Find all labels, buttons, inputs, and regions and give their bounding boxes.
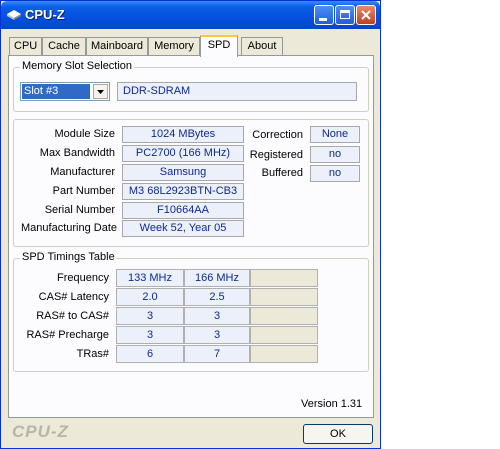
buffered-value: no: [310, 165, 360, 182]
ras-to-cas-col1: 3: [116, 307, 184, 325]
close-icon: [361, 10, 371, 20]
ras-precharge-col1: 3: [116, 326, 184, 344]
cas-latency-col3: [250, 288, 318, 306]
tras-col2: 7: [184, 345, 250, 363]
memory-type-field: DDR-SDRAM: [117, 82, 357, 101]
registered-value: no: [310, 146, 360, 163]
part-number-label: Part Number: [52, 185, 115, 197]
manufacturer-value: Samsung: [122, 164, 244, 181]
correction-value: None: [310, 126, 360, 143]
ras-precharge-col2: 3: [184, 326, 250, 344]
ras-to-cas-col2: 3: [184, 307, 250, 325]
frequency-col3: [250, 269, 318, 287]
maximize-button[interactable]: [335, 5, 355, 25]
tab-cpu[interactable]: CPU: [9, 37, 42, 55]
tab-mainboard[interactable]: Mainboard: [86, 37, 148, 55]
correction-label: Correction: [252, 129, 303, 141]
tab-spd[interactable]: SPD: [200, 35, 238, 57]
maximize-icon: [340, 10, 350, 19]
tab-cache[interactable]: Cache: [42, 37, 86, 55]
cpuz-window: CPU-Z CPU Cache Mainboard Memory SPD Abo…: [0, 0, 381, 449]
frequency-col2: 166 MHz: [184, 269, 250, 287]
serial-number-value: F10664AA: [122, 202, 244, 219]
cas-latency-col1: 2.0: [116, 288, 184, 306]
window-title: CPU-Z: [25, 7, 65, 22]
ras-precharge-col3: [250, 326, 318, 344]
manufacturing-date-value: Week 52, Year 05: [122, 220, 244, 237]
part-number-value: M3 68L2923BTN-CB3: [122, 183, 244, 200]
tras-col3: [250, 345, 318, 363]
chevron-down-icon: [97, 90, 104, 94]
cpuz-brand-logo: CPU-Z: [12, 422, 69, 441]
cpuz-app-icon: [7, 10, 21, 20]
cas-latency-label: CAS# Latency: [38, 291, 109, 303]
tab-about[interactable]: About: [241, 37, 283, 55]
minimize-button[interactable]: [314, 5, 334, 25]
slot-select[interactable]: Slot #3: [20, 82, 110, 101]
frequency-col1: 133 MHz: [116, 269, 184, 287]
frequency-label: Frequency: [57, 272, 109, 284]
module-size-value: 1024 MBytes: [122, 126, 244, 143]
spd-timings-title: SPD Timings Table: [20, 251, 117, 263]
slot-select-value: Slot #3: [22, 84, 90, 99]
manufacturing-date-label: Manufacturing Date: [21, 222, 117, 234]
ras-precharge-label: RAS# Precharge: [26, 329, 109, 341]
max-bandwidth-label: Max Bandwidth: [39, 147, 115, 159]
cas-latency-col2: 2.5: [184, 288, 250, 306]
tras-col1: 6: [116, 345, 184, 363]
version-label: Version 1.31: [301, 398, 363, 410]
ras-to-cas-label: RAS# to CAS#: [36, 310, 109, 322]
manufacturer-label: Manufacturer: [50, 166, 115, 178]
minimize-icon: [319, 18, 327, 21]
tab-memory[interactable]: Memory: [148, 37, 200, 55]
serial-number-label: Serial Number: [44, 204, 115, 216]
max-bandwidth-value: PC2700 (166 MHz): [122, 145, 244, 162]
ok-button[interactable]: OK: [303, 424, 373, 444]
title-bar[interactable]: CPU-Z: [1, 1, 380, 29]
slot-selection-title: Memory Slot Selection: [20, 60, 135, 72]
tras-label: TRas#: [76, 348, 109, 360]
module-size-label: Module Size: [54, 128, 115, 140]
close-button[interactable]: [356, 5, 376, 25]
buffered-label: Buffered: [261, 167, 303, 179]
slot-select-dropdown-button[interactable]: [93, 84, 108, 99]
registered-label: Registered: [249, 149, 303, 161]
ras-to-cas-col3: [250, 307, 318, 325]
